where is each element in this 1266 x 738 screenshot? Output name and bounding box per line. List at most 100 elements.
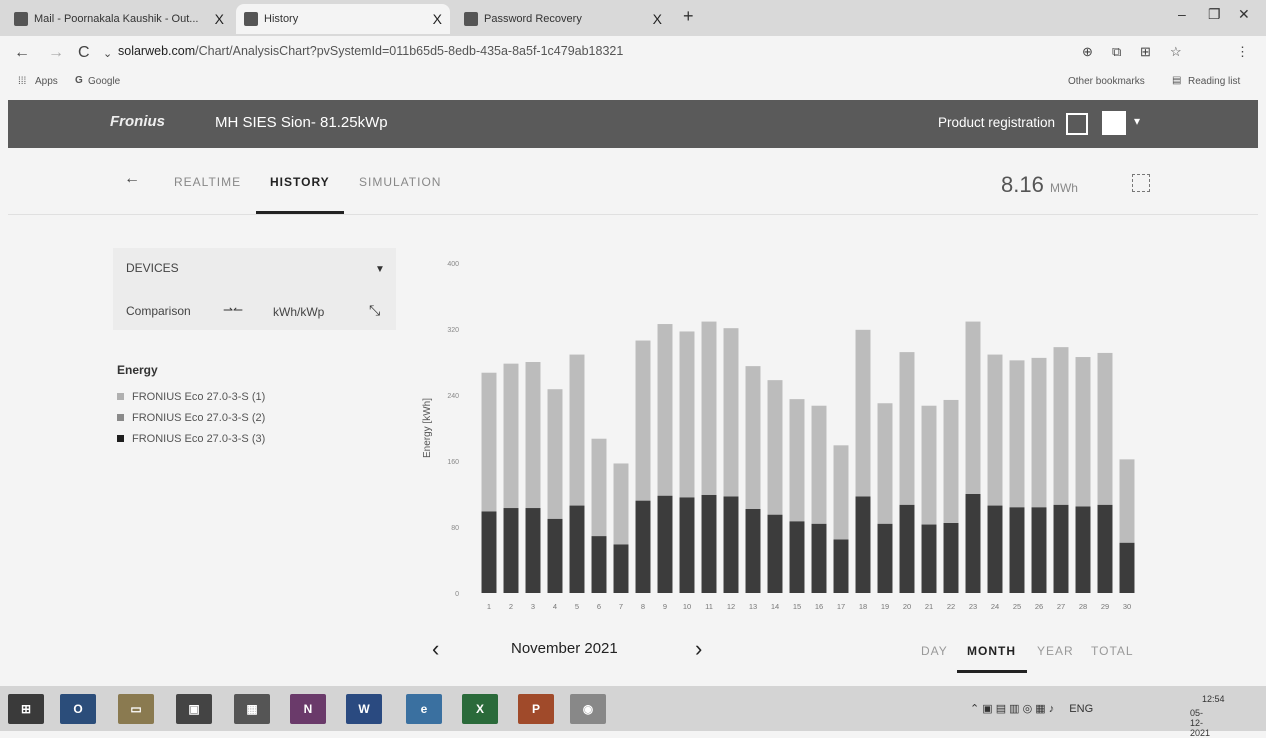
- address-bar: ← → C ⌄ solarweb.com/Chart/AnalysisChart…: [0, 36, 1266, 70]
- product-registration-link[interactable]: Product registration: [938, 115, 1055, 130]
- new-tab-button[interactable]: +: [683, 6, 694, 27]
- x-tick-label: 16: [815, 602, 823, 611]
- close-icon[interactable]: X: [653, 11, 662, 27]
- bar-segment: [613, 544, 629, 593]
- menu-icon[interactable]: ⋮: [1236, 44, 1249, 60]
- prev-month-button[interactable]: ‹: [432, 636, 439, 662]
- onenote-icon[interactable]: N: [290, 694, 326, 724]
- x-tick-label: 12: [727, 602, 735, 611]
- bar-segment: [943, 399, 959, 523]
- url-field[interactable]: solarweb.com/Chart/AnalysisChart?pvSyste…: [118, 44, 623, 58]
- maximize-icon[interactable]: ❐: [1208, 6, 1221, 23]
- x-tick-label: 13: [749, 602, 757, 611]
- filter-panel: DEVICES ▼ Comparison ⇀↼ kWh/kWp ⤡: [113, 248, 396, 330]
- internet-explorer-icon[interactable]: e: [406, 694, 442, 724]
- tab-history[interactable]: History X: [236, 4, 450, 34]
- y-tick-label: 160: [447, 459, 459, 466]
- bar-segment: [1031, 507, 1047, 593]
- period-total[interactable]: TOTAL: [1091, 644, 1134, 658]
- next-month-button[interactable]: ›: [695, 636, 702, 662]
- star-icon[interactable]: ☆: [1170, 44, 1182, 60]
- bar-segment: [745, 508, 761, 593]
- tab-mail[interactable]: Mail - Poornakala Kaushik - Out... X: [6, 4, 232, 34]
- fronius-logo[interactable]: Fronius: [110, 113, 165, 130]
- tray-icons[interactable]: ⌃ ▣ ▤ ▥ ◎ ▦ ♪: [970, 703, 1054, 715]
- tab-realtime[interactable]: REALTIME: [174, 175, 241, 189]
- tab-history[interactable]: HISTORY: [270, 175, 330, 189]
- x-tick-label: 17: [837, 602, 845, 611]
- y-tick-label: 320: [447, 327, 459, 334]
- legend-item[interactable]: FRONIUS Eco 27.0-3-S (3): [117, 428, 265, 449]
- close-icon[interactable]: X: [215, 11, 224, 27]
- sub-navigation: ← REALTIME HISTORY SIMULATION 8.16 MWh: [8, 150, 1258, 216]
- x-tick-label: 28: [1079, 602, 1087, 611]
- user-icon[interactable]: [1102, 111, 1126, 135]
- close-icon[interactable]: X: [433, 11, 442, 27]
- bar-segment: [679, 497, 695, 593]
- legend-item[interactable]: FRONIUS Eco 27.0-3-S (1): [117, 386, 265, 407]
- bar-segment: [679, 331, 695, 498]
- comparison-toggle[interactable]: Comparison: [126, 304, 191, 318]
- bar-segment: [635, 340, 651, 501]
- period-month[interactable]: MONTH: [967, 644, 1016, 658]
- window-close-icon[interactable]: ✕: [1238, 6, 1250, 23]
- unit-toggle[interactable]: kWh/kWp: [273, 305, 324, 319]
- windows-start-icon[interactable]: ⊞: [8, 694, 44, 724]
- share-icon[interactable]: ⊞: [1140, 44, 1151, 60]
- apps-icon[interactable]: ⁞⁞⁞: [18, 76, 26, 87]
- reading-list[interactable]: Reading list: [1188, 76, 1240, 87]
- legend-label: FRONIUS Eco 27.0-3-S (3): [132, 432, 266, 445]
- other-bookmarks[interactable]: Other bookmarks: [1068, 76, 1145, 87]
- bar-segment: [723, 328, 739, 497]
- file-explorer-icon[interactable]: ▭: [118, 694, 154, 724]
- legend-label: FRONIUS Eco 27.0-3-S (2): [132, 411, 266, 424]
- x-tick-label: 29: [1101, 602, 1109, 611]
- forward-icon[interactable]: →: [48, 44, 64, 62]
- reload-icon[interactable]: C: [78, 44, 90, 62]
- excel-icon[interactable]: X: [462, 694, 498, 724]
- bar-segment: [591, 536, 607, 593]
- back-icon[interactable]: ←: [14, 44, 30, 62]
- bar-segment: [789, 399, 805, 522]
- bar-segment: [987, 505, 1003, 593]
- install-icon[interactable]: ⊕: [1082, 44, 1093, 60]
- bar-segment: [1075, 357, 1091, 507]
- bar-segment: [701, 494, 717, 593]
- word-icon[interactable]: W: [346, 694, 382, 724]
- bar-segment: [503, 363, 519, 509]
- back-arrow-icon[interactable]: ←: [124, 170, 141, 188]
- tray-language[interactable]: ENG: [1069, 703, 1093, 715]
- dropdown-arrow-icon[interactable]: ▼: [375, 264, 385, 275]
- tab-password-recovery[interactable]: Password Recovery X: [456, 4, 670, 34]
- powerpoint-icon[interactable]: P: [518, 694, 554, 724]
- calendar-icon[interactable]: [1066, 113, 1088, 135]
- site-info-icon[interactable]: ⌄: [103, 47, 112, 60]
- fullscreen-icon[interactable]: [1132, 174, 1150, 192]
- period-year[interactable]: YEAR: [1037, 644, 1074, 658]
- store-icon[interactable]: ▣: [176, 694, 212, 724]
- devices-dropdown[interactable]: DEVICES: [126, 261, 179, 275]
- bookmark-apps[interactable]: Apps: [35, 76, 58, 87]
- minimize-icon[interactable]: –: [1178, 6, 1186, 22]
- compare-arrows-icon[interactable]: ⇀↼: [223, 303, 243, 317]
- bar-segment: [591, 438, 607, 537]
- tab-simulation[interactable]: SIMULATION: [359, 175, 441, 189]
- tray-date[interactable]: 05-12-2021: [1190, 708, 1210, 738]
- expand-icon[interactable]: ⤡: [369, 302, 380, 319]
- bar-segment: [569, 354, 585, 506]
- outlook-icon[interactable]: O: [60, 694, 96, 724]
- period-day[interactable]: DAY: [921, 644, 948, 658]
- chevron-down-icon[interactable]: ▾: [1134, 114, 1140, 128]
- tray-time[interactable]: 12:54: [1202, 694, 1225, 704]
- bar-segment: [877, 523, 893, 593]
- system-name[interactable]: MH SIES Sion- 81.25kWp: [215, 114, 388, 131]
- bar-segment: [1009, 507, 1025, 593]
- x-tick-label: 4: [553, 602, 557, 611]
- extension-icon[interactable]: ⧉: [1112, 44, 1121, 60]
- bar-segment: [987, 354, 1003, 506]
- bar-segment: [525, 508, 541, 593]
- legend-item[interactable]: FRONIUS Eco 27.0-3-S (2): [117, 407, 265, 428]
- bookmark-google[interactable]: Google: [88, 76, 120, 87]
- calculator-icon[interactable]: ▦: [234, 694, 270, 724]
- chrome-icon[interactable]: ◉: [570, 694, 606, 724]
